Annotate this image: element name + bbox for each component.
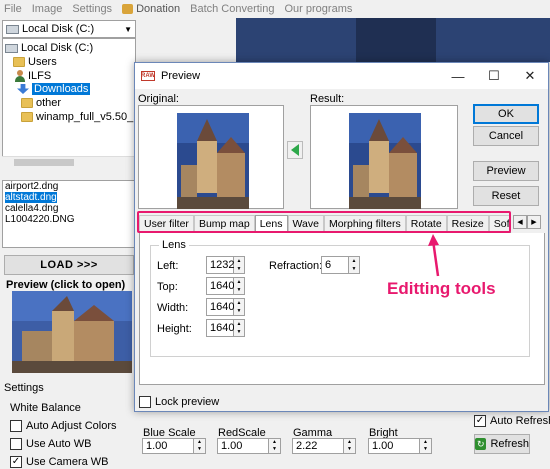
annotation-arrow [428,234,440,277]
editing-tools-annotation: Editting tools [387,279,496,298]
